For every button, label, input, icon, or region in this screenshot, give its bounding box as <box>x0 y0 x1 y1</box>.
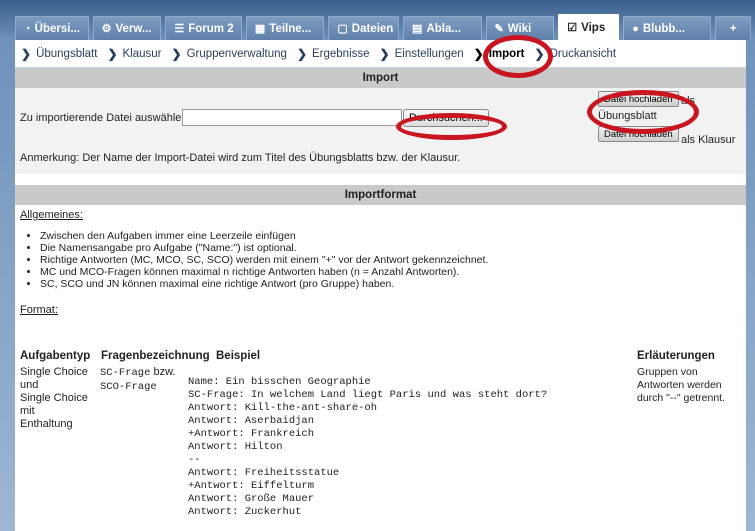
chevron-right-icon: ❯ <box>107 46 118 61</box>
subnav-item-3[interactable]: ❯ Gruppenverwaltung <box>172 47 287 61</box>
chevron-right-icon: ❯ <box>534 46 545 61</box>
tab-icon: ☑ <box>567 22 578 34</box>
tab-icon: ▤ <box>412 23 423 35</box>
import-format-section: Allgemeines: Zwischen den Aufgaben immer… <box>15 209 746 316</box>
column-notes-header: Erläuterungen <box>637 350 715 362</box>
rule-item: Richtige Antworten (MC, MCO, SC, SCO) we… <box>40 254 746 266</box>
import-form: Zu importierende Datei auswählen: Durchs… <box>15 88 746 174</box>
column-question-header: Fragenbezeichnung <box>101 350 210 362</box>
tab-3[interactable]: ☰ Forum 2 <box>165 16 242 40</box>
subnav-item-6[interactable]: ❯ Import <box>474 47 525 61</box>
tab-icon: ▦ <box>254 23 266 35</box>
subnav-label: Druckansicht <box>549 47 617 60</box>
subnav-label: Ergebnisse <box>312 47 370 60</box>
tab-2[interactable]: ⚙ Verw... <box>92 16 162 40</box>
rule-item: SC, SCO und JN können maximal eine richt… <box>40 278 746 290</box>
tab-label: Blubb... <box>642 22 686 35</box>
tab-icon: ◔ <box>24 22 31 35</box>
rule-item: Zwischen den Aufgaben immer eine Leerzei… <box>40 230 746 242</box>
subnav-item-1[interactable]: ❯ Übungsblatt <box>21 47 97 61</box>
tab-8[interactable]: ☑ Vips <box>558 14 620 40</box>
general-rules-list: Zwischen den Aufgaben immer eine Leerzei… <box>40 230 746 290</box>
chevron-right-icon: ❯ <box>379 46 390 61</box>
tab-label: Wiki <box>507 22 532 35</box>
chevron-right-icon: ❯ <box>171 46 182 61</box>
sub-navigation: ❯ Übungsblatt ❯ Klausur ❯ Gruppenverwaltung ❯ E… <box>15 40 746 68</box>
import-note: Anmerkung: Der Name der Import-Datei wir… <box>20 152 461 164</box>
as-exam-label: als Klausur <box>681 134 736 146</box>
tab-label: Abla... <box>426 22 461 35</box>
bzw-label: bzw. <box>150 366 176 378</box>
example-code: Name: Ein bisschen Geographie SC-Frage: … <box>188 376 548 518</box>
chevron-right-icon: ❯ <box>296 46 307 61</box>
tab-5[interactable]: ▢ Dateien <box>328 16 400 40</box>
sco-question-label: SCO-Frage <box>100 381 157 393</box>
browse-button[interactable]: Durchsuchen... <box>403 109 489 127</box>
notes-cell: Gruppen von Antworten werden durch "--" … <box>637 366 725 404</box>
chevron-right-icon: ❯ <box>473 46 484 61</box>
subnav-item-5[interactable]: ❯ Einstellungen <box>380 47 464 61</box>
as-label: als <box>681 95 696 107</box>
chevron-right-icon: ❯ <box>21 46 32 61</box>
tab-1[interactable]: ◔ Übersi... <box>15 16 89 40</box>
question-type-cell: Single Choice und Single Choice mit Enth… <box>20 366 88 430</box>
tab-label: + <box>729 22 737 35</box>
tab-label: Verw... <box>115 22 152 35</box>
tab-7[interactable]: ✎ Wiki <box>485 16 555 40</box>
general-title: Allgemeines: <box>20 209 83 221</box>
subnav-label: Übungsblatt <box>36 47 98 60</box>
tab-icon: ⚙ <box>101 23 112 35</box>
column-type-header: Aufgabentyp <box>20 350 91 362</box>
file-select-label: Zu importierende Datei auswählen: <box>20 112 191 124</box>
tab-4[interactable]: ▦ Teilne... <box>245 16 325 40</box>
column-example-header: Beispiel <box>216 350 261 362</box>
rule-item: MC und MCO-Fragen können maximal n richt… <box>40 266 746 278</box>
subnav-label: Gruppenverwaltung <box>186 47 287 60</box>
tab-label: Dateien <box>351 22 394 35</box>
subnav-item-4[interactable]: ❯ Ergebnisse <box>297 47 370 61</box>
tab-10[interactable]: + <box>715 16 751 40</box>
tab-9[interactable]: ● Blubb... <box>623 16 712 40</box>
tab-label: Forum 2 <box>188 22 234 35</box>
tab-6[interactable]: ▤ Abla... <box>403 16 482 40</box>
exercise-sheet-label: Übungsblatt <box>598 110 657 122</box>
upload-as-exam-button[interactable]: Datei hochladen <box>598 126 679 142</box>
subnav-item-2[interactable]: ❯ Klausur <box>107 47 161 61</box>
question-label-cell: SC-Frage bzw. SCO-Frage <box>100 366 176 394</box>
main-panel: ❯ Übungsblatt ❯ Klausur ❯ Gruppenverwaltung ❯ E… <box>15 40 746 531</box>
tab-bar: ◔ Übersi... ⚙ Verw... ☰ Forum 2 ▦ Teilne... ▢ Dat… <box>0 14 755 40</box>
import-format-header: Importformat <box>15 185 746 205</box>
tab-icon: ● <box>632 22 639 35</box>
format-title: Format: <box>20 304 58 316</box>
file-path-input[interactable] <box>182 109 402 126</box>
upload-as-exercise-sheet-button[interactable]: Datei hochladen <box>598 91 679 107</box>
import-header: Import <box>15 68 746 88</box>
subnav-label: Einstellungen <box>394 47 464 60</box>
subnav-label: Klausur <box>122 47 162 60</box>
tab-icon: ▢ <box>337 23 348 35</box>
sc-question-label: SC-Frage <box>100 367 151 379</box>
subnav-item-7[interactable]: ❯ Druckansicht <box>535 47 617 61</box>
tab-label: Vips <box>581 21 606 34</box>
tab-icon: ✎ <box>494 23 504 35</box>
rule-item: Die Namensangabe pro Aufgabe ("Name:") i… <box>40 242 746 254</box>
tab-icon: ☰ <box>174 23 185 35</box>
tab-label: Teilne... <box>269 22 312 35</box>
subnav-label: Import <box>488 47 525 60</box>
tab-label: Übersi... <box>34 22 81 35</box>
